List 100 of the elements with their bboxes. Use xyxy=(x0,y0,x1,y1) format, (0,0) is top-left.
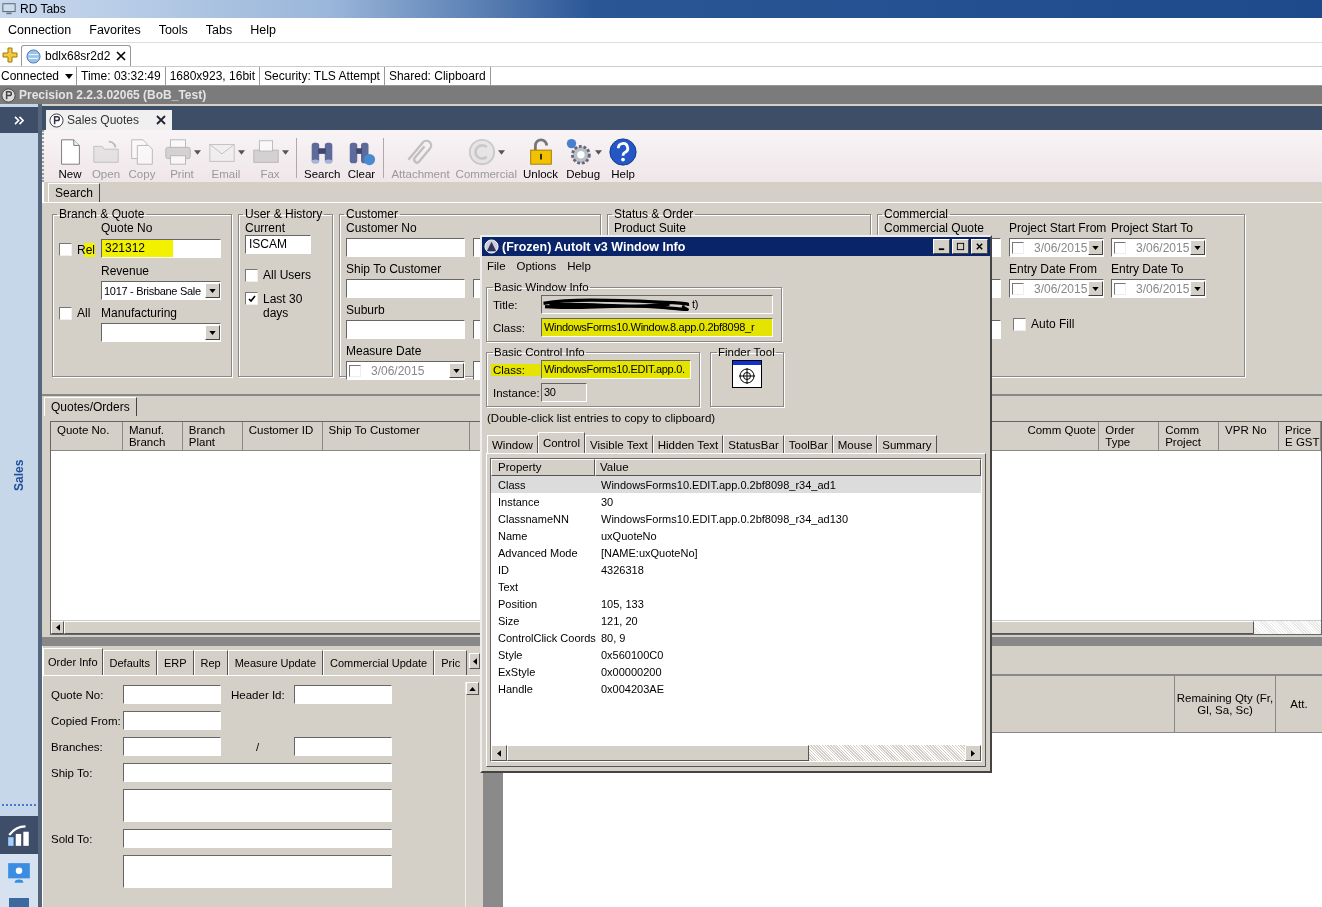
column-header[interactable]: Price E GST xyxy=(1279,422,1321,451)
menu-item[interactable]: Help xyxy=(567,260,591,272)
toolbar-button[interactable]: Help xyxy=(605,136,642,180)
right-arrow-icon[interactable] xyxy=(971,749,975,757)
checkbox[interactable] xyxy=(1114,282,1126,295)
close-icon[interactable] xyxy=(116,51,127,61)
list-row[interactable]: Instance 30 xyxy=(491,493,981,510)
user-field[interactable]: ISCAM xyxy=(245,235,311,254)
dialog-tab[interactable]: Hidden Text xyxy=(652,435,724,453)
vertical-scrollbar[interactable] xyxy=(465,682,480,907)
connection-dropdown[interactable]: Connected xyxy=(0,67,78,85)
checkbox[interactable] xyxy=(59,243,72,256)
column-header[interactable]: VPR No xyxy=(1219,422,1279,451)
date-picker[interactable]: 3/06/2015 xyxy=(1009,279,1104,298)
menu-item[interactable]: Favorites xyxy=(81,23,151,37)
plus-icon[interactable] xyxy=(2,47,18,63)
detail-tab[interactable]: Commercial Update xyxy=(323,650,435,675)
date-picker[interactable]: 3/06/2015 xyxy=(1111,238,1206,257)
list-row[interactable]: Position 105, 133 xyxy=(491,595,981,612)
crosshair-icon[interactable] xyxy=(732,360,762,388)
class-field[interactable]: WindowsForms10.EDIT.app.0. xyxy=(541,360,691,379)
list-row[interactable]: ControlClick Coords 80, 9 xyxy=(491,629,981,646)
column-header[interactable]: Customer ID xyxy=(242,422,323,451)
toolbar-button[interactable]: Search xyxy=(301,136,344,180)
menu-item[interactable]: Tabs xyxy=(197,23,243,37)
text-field[interactable] xyxy=(123,737,221,756)
close-button[interactable] xyxy=(971,239,988,254)
detail-tab[interactable]: Rep xyxy=(193,650,228,675)
revenue-dropdown[interactable]: 1017 - Brisbane Sale xyxy=(101,281,221,300)
list-row[interactable]: ID 4326318 xyxy=(491,561,981,578)
toolbar-button[interactable]: New xyxy=(52,136,88,180)
column-header[interactable]: Branch Plant xyxy=(182,422,243,451)
reports-button[interactable] xyxy=(0,816,38,854)
detail-tab[interactable]: ERP xyxy=(156,650,194,675)
dialog-tab[interactable]: Summary xyxy=(877,435,937,453)
menu-item[interactable]: File xyxy=(487,260,506,272)
quote-number-field[interactable]: 321312 xyxy=(101,239,221,258)
session-tab[interactable]: bdlx68sr2d2 xyxy=(21,45,132,66)
dialog-tab[interactable]: Control xyxy=(537,432,585,453)
text-area[interactable] xyxy=(123,789,392,822)
tab-scroll-button[interactable] xyxy=(469,653,480,669)
expand-button[interactable] xyxy=(0,107,38,133)
column-header[interactable]: Order Type xyxy=(1099,422,1160,451)
column-header[interactable]: Comm Project xyxy=(1159,422,1220,451)
list-row[interactable]: ExStyle 0x00000200 xyxy=(491,663,981,680)
dialog-tab[interactable]: Window xyxy=(487,435,538,453)
toolbar-button[interactable]: Unlock xyxy=(519,136,562,180)
list-row[interactable]: Size 121, 20 xyxy=(491,612,981,629)
dialog-tab[interactable]: ToolBar xyxy=(783,435,833,453)
search-tab[interactable]: Search xyxy=(48,183,101,202)
manufacturing-dropdown[interactable] xyxy=(101,323,221,342)
checkbox[interactable] xyxy=(1013,317,1026,331)
checkbox[interactable] xyxy=(1114,241,1126,254)
dialog-tab[interactable]: StatusBar xyxy=(723,435,784,453)
detail-tab[interactable]: Measure Update xyxy=(227,650,324,675)
column-header[interactable]: Manuf. Branch xyxy=(122,422,183,451)
date-picker[interactable]: 3/06/2015 xyxy=(346,361,465,380)
text-field[interactable] xyxy=(123,685,221,704)
list-row[interactable]: Handle 0x004203AE xyxy=(491,680,981,697)
detail-tab[interactable]: Pric xyxy=(434,650,468,675)
title-field[interactable]: t) xyxy=(541,295,773,314)
window-button[interactable] xyxy=(0,894,38,907)
checkbox[interactable] xyxy=(245,292,258,305)
text-field[interactable] xyxy=(123,763,392,782)
list-row[interactable]: Advanced Mode [NAME:uxQuoteNo] xyxy=(491,544,981,561)
ship-to-field[interactable] xyxy=(346,279,465,298)
column-header[interactable]: Property xyxy=(491,459,595,476)
list-row[interactable]: ClassnameNN WindowsForms10.EDIT.app.0.2bf8098_r34_ad130 xyxy=(491,510,981,527)
menu-item[interactable]: Options xyxy=(516,260,557,272)
list-row[interactable]: Name uxQuoteNo xyxy=(491,527,981,544)
maximize-button[interactable] xyxy=(952,239,969,254)
column-header[interactable]: Value xyxy=(595,459,981,476)
customer-number-field[interactable] xyxy=(346,238,465,257)
menu-item[interactable]: Help xyxy=(242,23,286,37)
checkbox[interactable] xyxy=(1012,282,1024,295)
checkbox[interactable] xyxy=(59,306,72,320)
horizontal-scrollbar[interactable] xyxy=(491,745,981,761)
text-field[interactable] xyxy=(294,685,392,704)
list-row[interactable]: Style 0x560100C0 xyxy=(491,646,981,663)
text-field[interactable] xyxy=(123,829,392,848)
detail-tab[interactable]: Order Info xyxy=(43,648,103,675)
list-row[interactable]: Text xyxy=(491,578,981,595)
menu-item[interactable]: Tools xyxy=(150,23,198,37)
left-arrow-icon[interactable] xyxy=(55,624,60,631)
checkbox[interactable] xyxy=(1012,241,1024,254)
column-header[interactable]: Ship To Customer xyxy=(322,422,471,451)
dialog-tab[interactable]: Mouse xyxy=(832,435,878,453)
sidebar-label[interactable]: Sales xyxy=(12,459,26,491)
toolbar-button[interactable]: Clear xyxy=(343,136,380,180)
minimize-button[interactable] xyxy=(933,239,950,254)
column-header[interactable]: Comm Quote xyxy=(1021,422,1100,451)
checkbox[interactable] xyxy=(349,364,361,377)
left-arrow-icon[interactable] xyxy=(497,749,501,757)
class-field[interactable]: WindowsForms10.Window.8.app.0.2bf8098_r xyxy=(541,318,773,337)
column-header[interactable]: Remaining Qty (Fr, Gl, Sa, Sc) xyxy=(1174,676,1275,732)
caret-icon[interactable] xyxy=(595,149,603,155)
text-area[interactable] xyxy=(123,855,392,888)
results-tab[interactable]: Quotes/Orders xyxy=(44,397,137,416)
close-icon[interactable] xyxy=(156,115,167,125)
detail-tab[interactable]: Defaults xyxy=(102,650,157,675)
